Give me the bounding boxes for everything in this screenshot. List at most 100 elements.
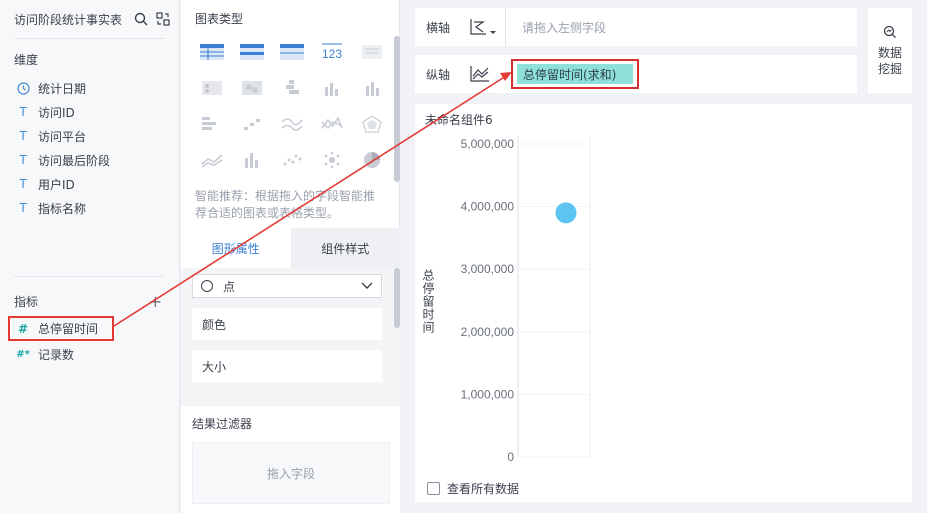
chart-config-panel: 图表类型 123 智能推荐：根据拖入的字段智能推荐合适的图表或表格类型。 图形属… [181,0,400,513]
bar-chart-icon[interactable] [319,78,345,98]
stacked-bar-icon[interactable] [359,78,385,98]
show-all-data-checkbox[interactable] [427,482,440,495]
cross-table-icon[interactable] [239,42,265,62]
text-type-icon: T [19,129,27,143]
number-card-icon[interactable]: 123 [319,42,345,62]
data-point [555,202,577,224]
property-tabs: 图形属性 组件样式 [181,228,400,268]
metric-item-total-duration[interactable]: # 总停留时间 [8,316,114,341]
table-chart-icon[interactable] [199,42,225,62]
color-property[interactable]: 颜色 [192,308,382,340]
x-axis-drop-placeholder[interactable]: 请拖入左侧字段 [506,19,606,36]
properties-scrollbar[interactable] [394,268,400,328]
show-all-data-label: 查看所有数据 [447,482,520,496]
dimension-item-platform[interactable]: T 访问平台 [0,124,179,148]
y-tick-label: 2,000,000 [461,325,515,339]
metric-label: 记录数 [38,347,75,362]
hash-icon: # [17,321,29,336]
metrics-title: 指标 [14,295,39,309]
search-icon[interactable] [133,11,149,27]
y-axis-field-pill[interactable]: 总停留时间(求和) [517,64,633,84]
dimensions-title: 维度 [14,53,39,67]
dimension-item-visit-id[interactable]: T 访问ID [0,100,179,124]
shape-select-value: 点 [223,279,236,294]
x-axis-bar: 横轴 请拖入左侧字段 [415,8,857,46]
data-mining-button[interactable]: 数据 挖掘 [868,8,912,93]
text-type-icon: T [19,105,27,119]
y-axis-label: 纵轴 [426,67,451,82]
y-tick-label: 5,000,000 [461,137,515,151]
detail-table-icon[interactable] [279,42,305,62]
grouped-table-icon[interactable] [199,78,225,98]
text-type-icon: T [19,177,27,191]
field-panel: 访问阶段统计事实表 维度 统计日期 T 访问ID T 访问平台 T 访问最后阶段… [0,0,180,513]
dimension-label: 访问最后阶段 [38,153,111,168]
y-axis-type-icon[interactable] [461,64,505,84]
point-shape-icon [201,280,213,292]
dimension-label: 指标名称 [38,201,87,216]
shape-select[interactable]: 点 [192,274,382,298]
dataset-title: 访问阶段统计事实表 [14,12,123,27]
y-tick-label: 0 [507,450,514,464]
x-axis-type-icon[interactable] [461,17,505,37]
filter-drop-zone[interactable]: 拖入字段 [192,442,390,504]
scatter-chart: 5,000,000 4,000,000 3,000,000 2,000,000 1,00… [461,136,591,464]
dimension-label: 用户ID [38,177,75,192]
y-tick-label: 3,000,000 [461,262,515,276]
text-card-icon[interactable] [359,42,385,62]
y-tick-label: 4,000,000 [461,200,515,214]
combo-bar-icon[interactable] [239,150,265,170]
dimension-item-date[interactable]: 统计日期 [0,76,179,100]
metric-item-record-count[interactable]: #* 记录数 [0,342,74,366]
switch-dataset-icon[interactable] [155,11,171,27]
hash-star-icon: #* [16,348,30,360]
dataset-header: 访问阶段统计事实表 [0,0,179,38]
pie-chart-icon[interactable] [359,150,385,170]
chart-panel: 未命名组件6 总停留时间 5,000,000 4,000,000 3,000,000… [415,104,912,502]
chart-type-scrollbar[interactable] [394,36,400,182]
y-tick-label: 1,000,000 [461,387,515,401]
tab-component-style[interactable]: 组件样式 [290,228,400,268]
result-filter-title: 结果过滤器 [192,417,253,431]
chart-types-title: 图表类型 [195,12,244,26]
radar-chart-icon[interactable] [359,114,385,134]
metric-label: 总停留时间 [38,322,99,336]
graphic-properties-panel: 点 颜色 大小 [181,268,400,406]
color-property-label: 颜色 [202,317,227,332]
size-property-label: 大小 [202,359,227,374]
dimension-item-metric-name[interactable]: T 指标名称 [0,196,179,220]
x-axis-label: 横轴 [426,20,451,35]
chevron-down-icon [361,282,373,289]
bubble-chart-icon[interactable] [319,150,345,170]
data-mining-label-2: 挖掘 [877,61,902,76]
metrics-divider [14,276,164,277]
metrics-section-title: 指标 + [0,280,180,319]
size-property[interactable]: 大小 [192,350,382,382]
dimension-item-last-stage[interactable]: T 访问最后阶段 [0,148,179,172]
dimension-item-user-id[interactable]: T 用户ID [0,172,179,196]
tab-graphic-properties[interactable]: 图形属性 [181,228,291,268]
data-mining-icon [883,25,896,38]
text-type-icon: T [19,153,27,167]
clock-icon [16,81,30,95]
heat-map-icon[interactable] [239,78,265,98]
multi-bar-icon[interactable] [279,78,305,98]
number-card-label: 123 [322,47,342,61]
combo-line-icon[interactable] [199,150,225,170]
dimension-label: 统计日期 [38,81,87,96]
y-axis-field-highlight: 总停留时间(求和) [511,59,639,89]
area-chart-icon[interactable] [319,114,345,134]
chart-area: 横轴 请拖入左侧字段 纵轴 总停留时间(求和) 数据 挖掘 未命名组件6 总停留… [401,0,927,513]
data-mining-label-1: 数据 [877,45,902,60]
show-all-data-row[interactable]: 查看所有数据 [427,480,519,497]
filter-drop-placeholder: 拖入字段 [266,466,315,481]
horizontal-bar-icon[interactable] [199,114,225,134]
scrollbar-thumb[interactable] [394,36,400,182]
scatter-chart-icon[interactable] [279,150,305,170]
add-metric-icon[interactable]: + [149,292,162,311]
line-chart-icon[interactable] [279,114,305,134]
step-chart-icon[interactable] [239,114,265,134]
smart-recommend-text: 智能推荐：根据拖入的字段智能推荐合适的图表或表格类型。 [195,189,376,220]
dimension-label: 访问ID [38,105,75,120]
dimension-label: 访问平台 [38,129,87,144]
